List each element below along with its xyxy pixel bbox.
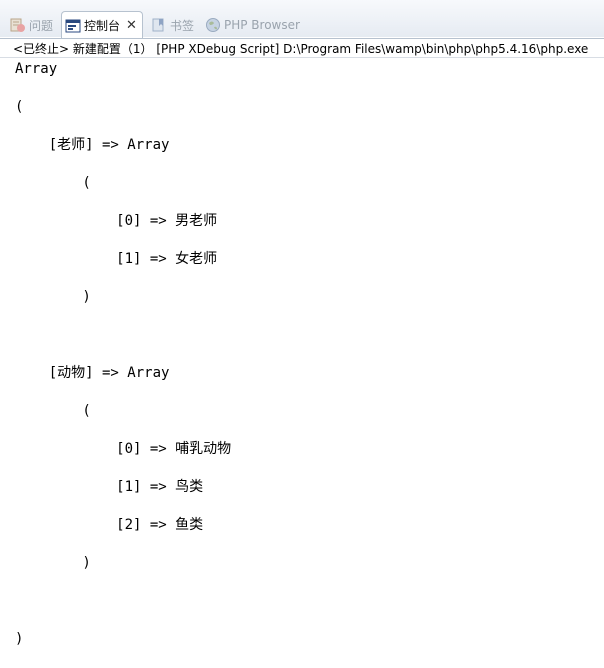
- tab-label: 控制台: [84, 19, 121, 33]
- close-icon[interactable]: ✕: [126, 18, 137, 33]
- tab-console[interactable]: 控制台 ✕: [61, 11, 143, 39]
- console-line: (: [15, 99, 24, 115]
- globe-icon: [205, 17, 221, 33]
- bookmarks-icon: [151, 17, 167, 33]
- console-line: ): [15, 555, 91, 571]
- console-output[interactable]: Array ( [老师] => Array ( [0] => 男老师 [1] =…: [15, 60, 231, 668]
- tab-php-browser[interactable]: PHP Browser: [205, 13, 300, 37]
- console-line: [老师] => Array: [15, 137, 170, 153]
- console-line: [1] => 鸟类: [15, 479, 204, 495]
- console-line: [1] => 女老师: [15, 251, 218, 267]
- console-line: ): [15, 631, 24, 647]
- console-icon: [65, 18, 81, 34]
- problems-icon: [10, 17, 26, 33]
- console-status-line: <已终止> 新建配置（1） [PHP XDebug Script] D:\Pro…: [0, 38, 604, 58]
- tab-label: 问题: [29, 18, 54, 33]
- tab-bookmarks[interactable]: 书签: [151, 13, 194, 37]
- console-line: (: [15, 403, 91, 419]
- view-tab-bar: 问题 控制台 ✕ 书签 PHP Browser: [0, 0, 604, 39]
- console-line: Array: [15, 61, 58, 77]
- console-line: [动物] => Array: [15, 365, 170, 381]
- tab-problems[interactable]: 问题: [10, 13, 53, 37]
- console-line: [0] => 哺乳动物: [15, 441, 232, 457]
- console-line: [0] => 男老师: [15, 213, 218, 229]
- tab-label: 书签: [170, 18, 195, 33]
- console-line: [2] => 鱼类: [15, 517, 204, 533]
- console-line: ): [15, 289, 91, 305]
- console-line: (: [15, 175, 91, 191]
- tab-label: PHP Browser: [224, 18, 300, 32]
